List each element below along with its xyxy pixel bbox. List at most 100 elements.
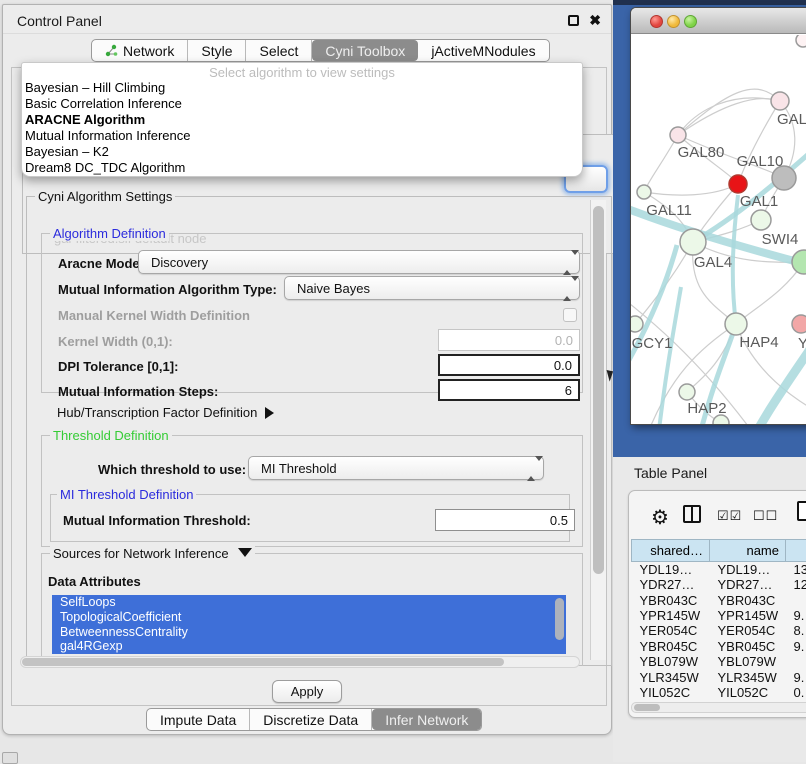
close-traffic-light-icon[interactable] [650, 15, 663, 28]
network-view-window[interactable]: GALGAL80GAL10GAL1GAL11SWI4GAL4GCY1HAP4YH… [630, 7, 806, 425]
combo-stepper-icon [563, 255, 572, 271]
attribute-list-scrollbar[interactable] [555, 598, 564, 640]
network-node[interactable] [713, 415, 729, 425]
network-node-hap4[interactable] [725, 313, 747, 335]
bottom-tab-impute-data[interactable]: Impute Data [147, 709, 250, 730]
hub-definition-expander[interactable]: Hub/Transcription Factor Definition [57, 405, 274, 420]
table-header-row[interactable]: shared…nameA [632, 540, 806, 562]
attribute-item[interactable]: TopologicalCoefficient [52, 610, 566, 625]
network-node[interactable] [729, 175, 747, 193]
manual-kernel-checkbox[interactable] [563, 308, 577, 322]
tab-label: Style [201, 43, 232, 59]
gear-icon[interactable]: ⚙ [651, 505, 669, 530]
tab-label: Network [123, 43, 174, 59]
minimize-traffic-light-icon[interactable] [667, 15, 680, 28]
tab-network[interactable]: Network [92, 40, 188, 61]
tab-cyni-toolbox[interactable]: Cyni Toolbox [312, 40, 418, 61]
algorithm-dropdown-popup: Select algorithm to view settings Bayesi… [21, 62, 583, 177]
table-cell: YBR045C [632, 639, 710, 654]
mi-steps-field[interactable]: 6 [438, 379, 580, 401]
attribute-item[interactable]: SelfLoops [52, 595, 566, 610]
network-node-y[interactable] [792, 315, 806, 333]
network-window-titlebar[interactable] [631, 8, 806, 34]
dropdown-item[interactable]: Bayesian – Hill Climbing [22, 80, 582, 96]
node-label: GAL10 [737, 153, 784, 170]
network-node-hap2[interactable] [679, 384, 695, 400]
page-icon[interactable] [797, 501, 806, 521]
network-graph: GALGAL80GAL10GAL1GAL11SWI4GAL4GCY1HAP4YH… [631, 35, 806, 425]
dropdown-item[interactable]: Dream8 DC_TDC Algorithm [22, 160, 582, 176]
dropdown-item[interactable]: Mutual Information Inference [22, 128, 582, 144]
aracne-mode-combo[interactable]: Discovery [138, 250, 580, 274]
table-panel: ⚙ ☑☑ ☐☐ shared…nameA YDL19…YDL19…13YDR27… [628, 490, 806, 718]
bottom-tab-infer-network[interactable]: Infer Network [372, 709, 481, 730]
network-node[interactable] [796, 35, 806, 47]
table-horizontal-scrollbar[interactable] [631, 702, 806, 713]
table-cell: YLR345W [710, 669, 786, 684]
tab-style[interactable]: Style [188, 40, 246, 61]
table-row[interactable]: YER054CYER054C8. [632, 623, 806, 638]
split-pane-icon[interactable] [683, 505, 701, 523]
tab-label: Select [259, 43, 298, 59]
table-cell [786, 654, 806, 669]
minimized-panel-icon[interactable] [2, 752, 18, 764]
table-row[interactable]: YBR045CYBR045C9. [632, 639, 806, 654]
column-header[interactable]: shared… [632, 540, 710, 562]
dropdown-item[interactable]: ARACNE Algorithm [22, 112, 582, 128]
zoom-traffic-light-icon[interactable] [684, 15, 697, 28]
close-icon[interactable]: ✖ [589, 12, 601, 29]
table-row[interactable]: YBR043CYBR043C [632, 592, 806, 607]
column-header[interactable]: A [786, 540, 806, 562]
mi-type-combo[interactable]: Naive Bayes [284, 276, 580, 300]
dpi-tolerance-field[interactable]: 0.0 [438, 354, 580, 376]
attribute-item[interactable]: gal4RGexp [52, 639, 566, 654]
table-row[interactable]: YLR345WYLR345W9. [632, 669, 806, 684]
network-node-gcy1[interactable] [631, 316, 643, 332]
float-window-icon[interactable] [568, 15, 579, 26]
control-panel-title: Control Panel [17, 13, 102, 29]
apply-button[interactable]: Apply [272, 680, 342, 703]
network-node-gal11[interactable] [637, 185, 651, 199]
checked-pair-icon[interactable]: ☑☑ [717, 508, 742, 524]
network-node-gal4[interactable] [680, 229, 706, 255]
dropdown-item[interactable]: Basic Correlation Inference [22, 96, 582, 112]
table-row[interactable]: YPR145WYPR145W9. [632, 608, 806, 623]
node-label: GAL4 [694, 254, 732, 271]
sources-group-title[interactable]: Sources for Network Inference [50, 546, 255, 561]
data-attributes-label: Data Attributes [48, 574, 141, 589]
table-row[interactable]: YDL19…YDL19…13 [632, 562, 806, 578]
mi-threshold-field[interactable]: 0.5 [435, 509, 575, 531]
table-body: YDL19…YDL19…13YDR27…YDR27…12YBR043CYBR04… [632, 562, 806, 701]
tab-select[interactable]: Select [246, 40, 312, 61]
bottom-tab-discretize-data[interactable]: Discretize Data [250, 709, 372, 730]
settings-vertical-scrollbar[interactable] [590, 200, 606, 660]
column-header[interactable]: name [710, 540, 786, 562]
table-cell: 9. [786, 639, 806, 654]
network-canvas[interactable]: GALGAL80GAL10GAL1GAL11SWI4GAL4GCY1HAP4YH… [631, 35, 806, 425]
table-cell: YDL19… [632, 562, 710, 578]
data-attributes-list[interactable]: SelfLoopsTopologicalCoefficientBetweenne… [52, 595, 566, 654]
network-edge [678, 98, 780, 135]
dropdown-item[interactable]: Bayesian – K2 [22, 144, 582, 160]
table-row[interactable]: YDR27…YDR27…12 [632, 577, 806, 592]
unchecked-pair-icon[interactable]: ☐☐ [753, 508, 778, 524]
node-label: GAL11 [646, 202, 692, 219]
tab-label: Discretize Data [263, 712, 358, 728]
mi-type-value: Naive Bayes [297, 281, 370, 296]
network-node-gal[interactable] [771, 92, 789, 110]
network-node-gal80[interactable] [670, 127, 686, 143]
table-row[interactable]: YIL052CYIL052C0. [632, 685, 806, 700]
algorithm-definition-title: Algorithm Definition [50, 226, 169, 241]
network-node-gal1[interactable] [751, 210, 771, 230]
table-row[interactable]: YBL079WYBL079W [632, 654, 806, 669]
settings-group-title: Cyni Algorithm Settings [35, 189, 175, 204]
settings-horizontal-scrollbar[interactable] [20, 656, 580, 668]
table-cell: YBR045C [710, 639, 786, 654]
which-threshold-value: MI Threshold [261, 461, 337, 476]
kernel-width-field[interactable]: 0.0 [438, 329, 580, 351]
tab-jactivemnodules[interactable]: jActiveMNodules [418, 40, 548, 61]
which-threshold-combo[interactable]: MI Threshold [248, 456, 544, 480]
network-node-swi4[interactable] [792, 250, 806, 274]
attribute-item[interactable]: BetweennessCentrality [52, 625, 566, 640]
table-cell: YPR145W [632, 608, 710, 623]
